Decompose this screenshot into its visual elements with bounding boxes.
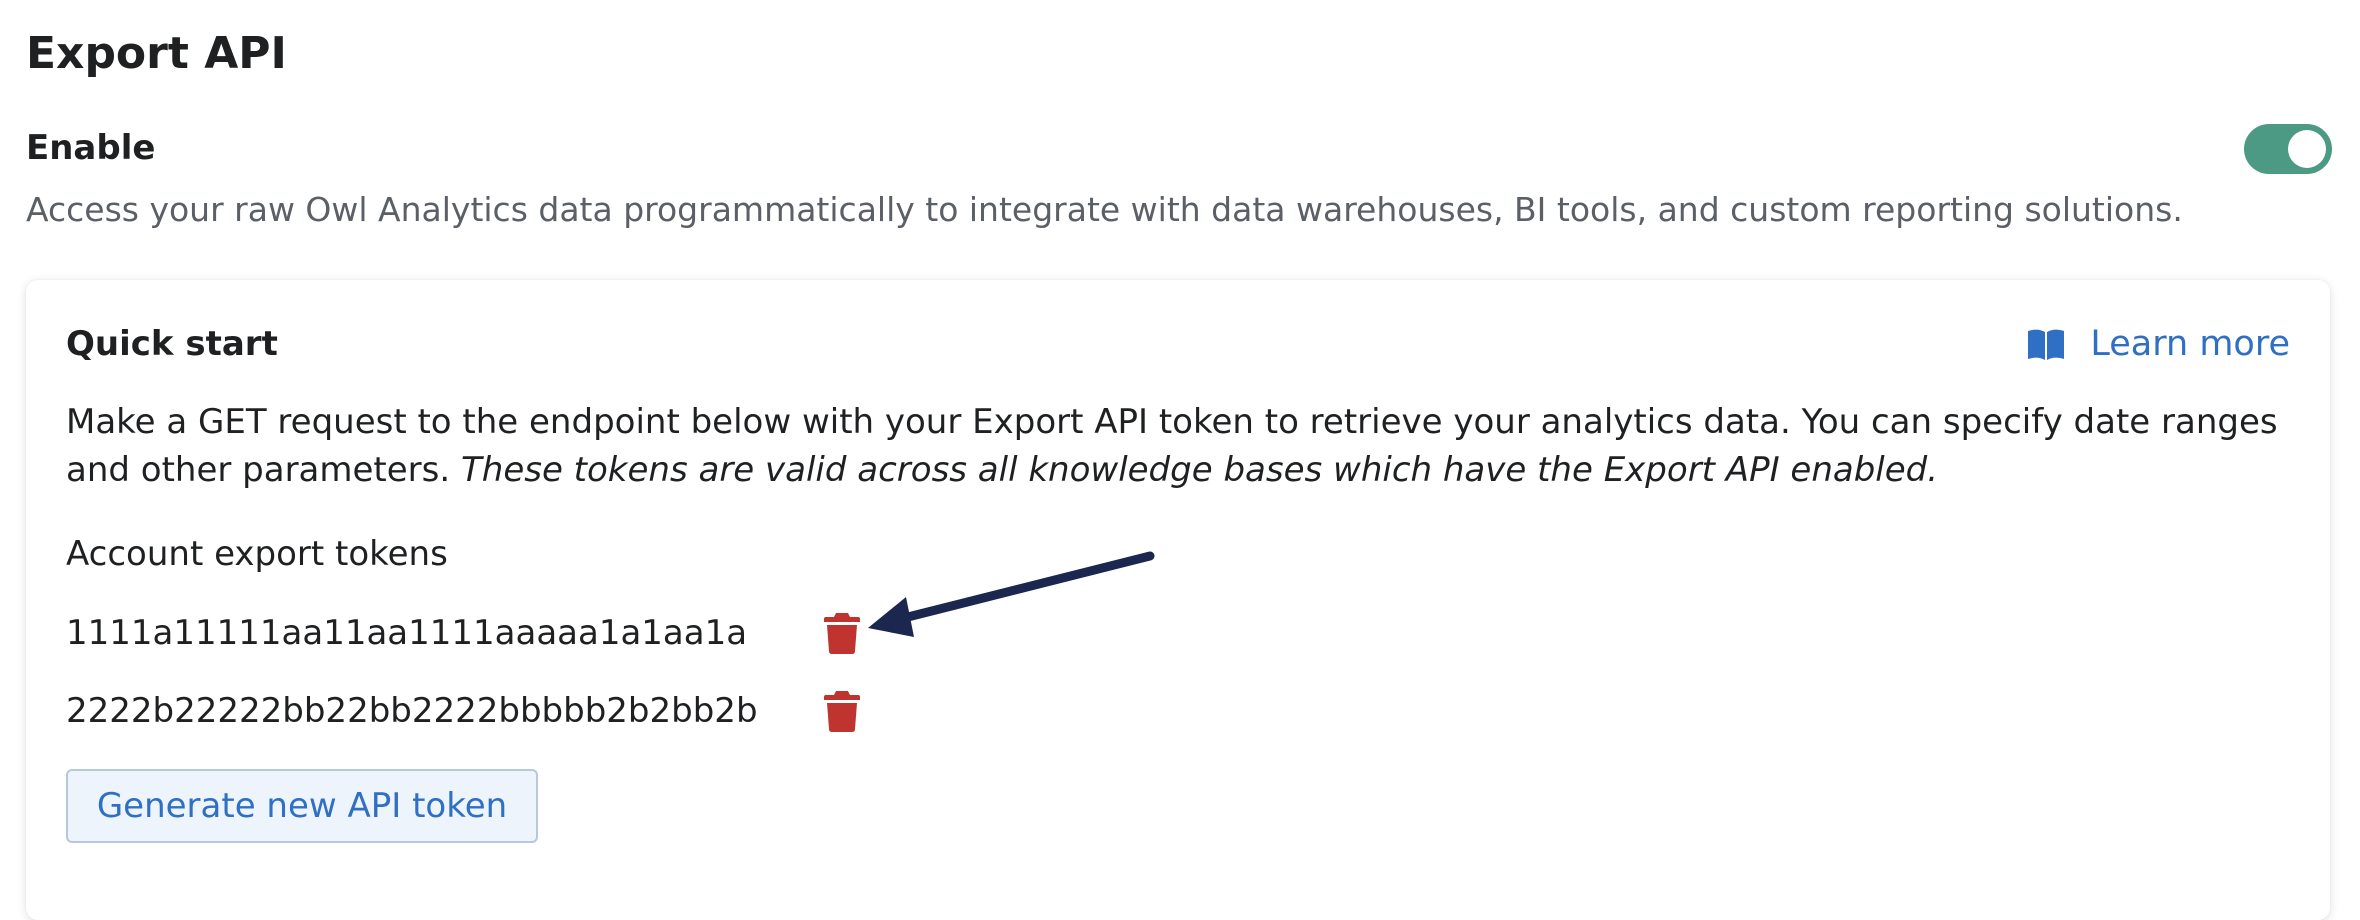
learn-more-label: Learn more: [2090, 324, 2290, 364]
enable-label: Enable: [26, 128, 156, 168]
generate-token-button[interactable]: Generate new API token: [66, 769, 538, 843]
toggle-knob: [2288, 130, 2326, 168]
trash-icon: [824, 691, 860, 732]
token-row: 2222b22222bb22bb2222bbbbb2b2bb2b: [66, 686, 966, 736]
enable-description: Access your raw Owl Analytics data progr…: [26, 190, 2183, 229]
delete-token-button[interactable]: [824, 612, 860, 654]
token-row: 1111a11111aa11aa1111aaaaa1a1aa1a: [66, 608, 966, 658]
quick-start-card: Quick start Learn more Make a GET reques…: [26, 280, 2330, 920]
quick-start-title: Quick start: [66, 324, 278, 364]
book-open-icon: [2026, 327, 2066, 361]
learn-more-link[interactable]: Learn more: [2026, 320, 2290, 368]
intro-note: These tokens are valid across all knowle…: [461, 450, 1939, 490]
delete-token-button[interactable]: [824, 690, 860, 732]
enable-toggle[interactable]: [2244, 124, 2332, 174]
token-value: 1111a11111aa11aa1111aaaaa1a1aa1a: [66, 613, 748, 653]
token-value: 2222b22222bb22bb2222bbbbb2b2bb2b: [66, 691, 758, 731]
page-title: Export API: [26, 28, 287, 79]
tokens-heading: Account export tokens: [66, 534, 448, 574]
trash-icon: [824, 613, 860, 654]
quick-start-intro: Make a GET request to the endpoint below…: [66, 398, 2296, 494]
